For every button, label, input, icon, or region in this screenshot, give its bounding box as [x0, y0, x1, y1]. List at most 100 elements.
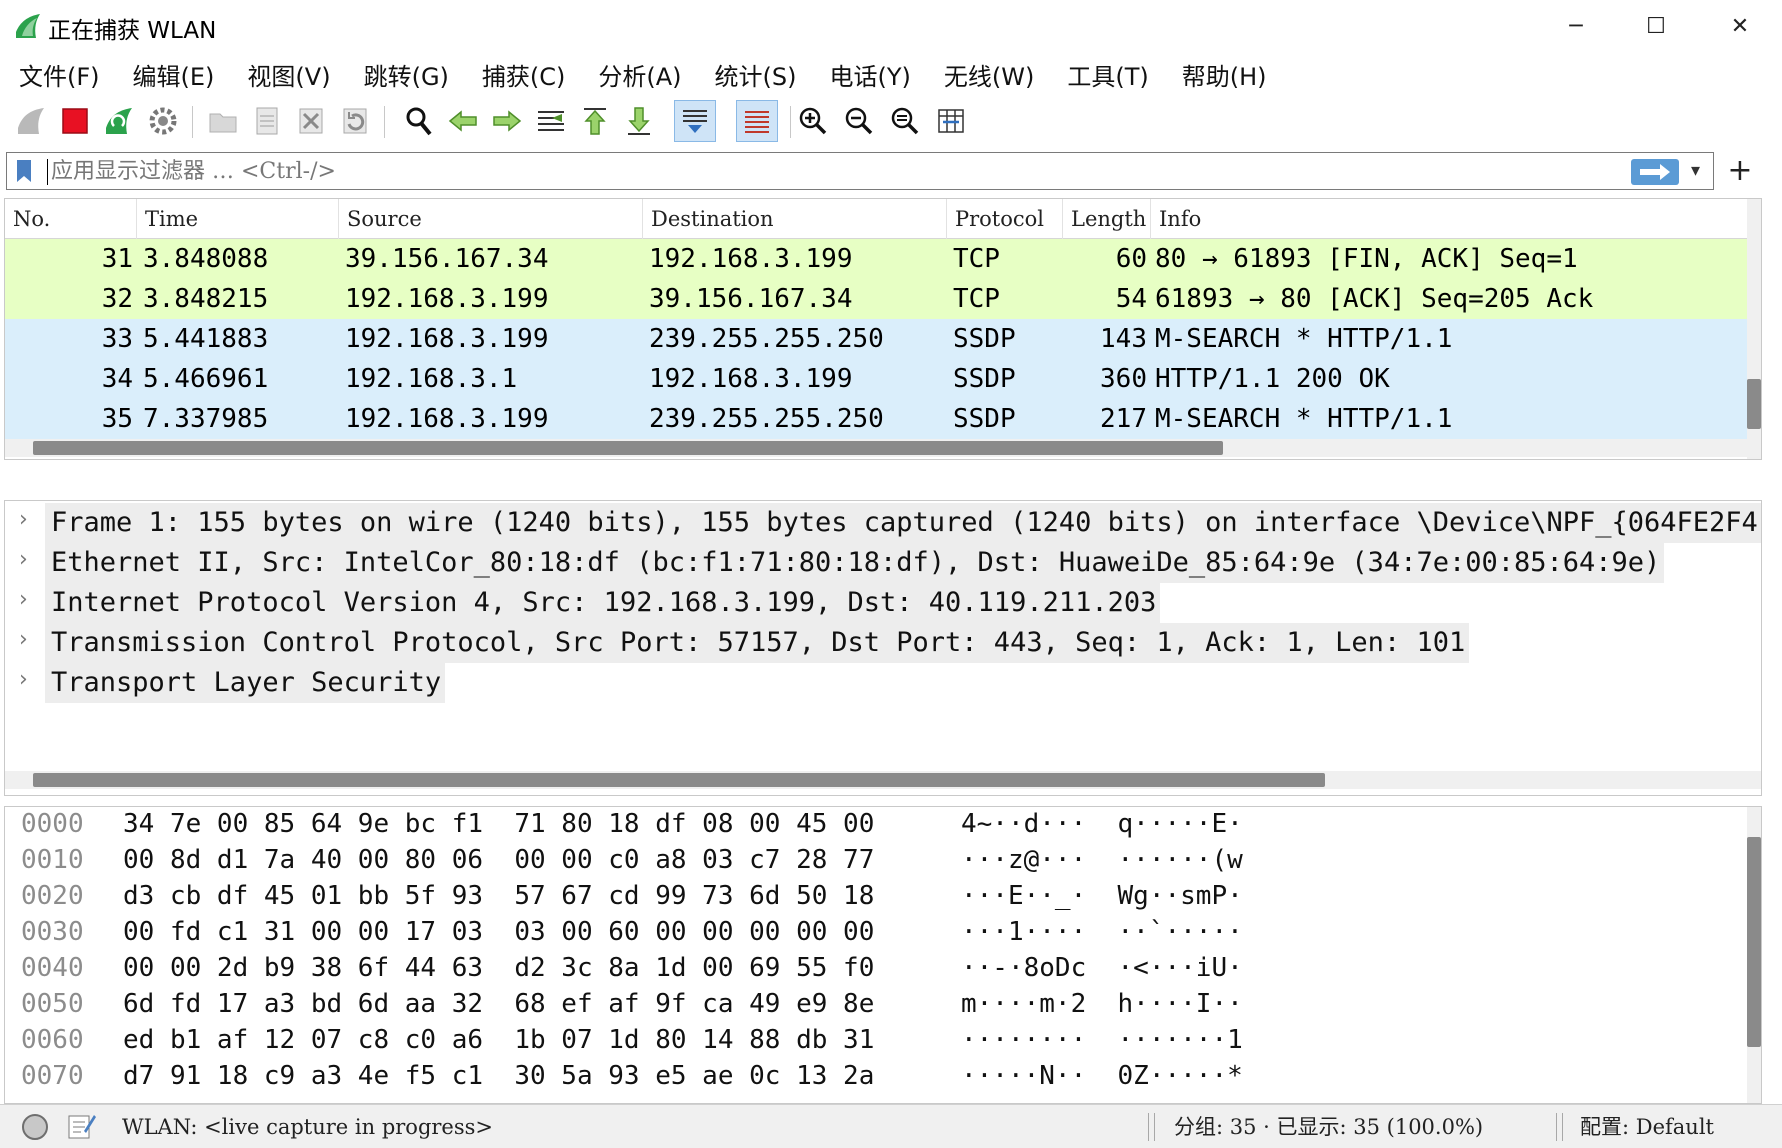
reload-file-button[interactable]: [334, 100, 376, 142]
go-forward-button[interactable]: [486, 100, 528, 142]
maximize-button[interactable]: ☐: [1616, 0, 1696, 52]
hex-dump-row[interactable]: 0070 d7 91 18 c9 a3 4e f5 c1 30 5a 93 e5…: [5, 1061, 1745, 1097]
bookmark-icon[interactable]: [15, 159, 33, 183]
menu-edit[interactable]: 编辑(E): [122, 57, 226, 92]
expert-info-icon[interactable]: [20, 1113, 50, 1141]
stop-capture-button[interactable]: [54, 100, 96, 142]
hex-dump-row[interactable]: 0020 d3 cb df 45 01 bb 5f 93 57 67 cd 99…: [5, 881, 1745, 917]
hex-offset: 0070: [21, 1061, 84, 1091]
details-hscroll-thumb[interactable]: [33, 773, 1325, 787]
open-file-button[interactable]: [202, 100, 244, 142]
packet-length: 360: [1100, 364, 1147, 394]
column-header-time[interactable]: Time: [137, 199, 339, 239]
packet-details-pane: › Frame 1: 155 bytes on wire (1240 bits)…: [4, 500, 1762, 796]
filter-history-dropdown[interactable]: ▾: [1691, 160, 1700, 181]
menu-file[interactable]: 文件(F): [8, 57, 111, 92]
colorize-icon: [745, 111, 769, 133]
apply-filter-button[interactable]: [1631, 159, 1679, 185]
start-capture-button[interactable]: [10, 100, 52, 142]
packet-length: 217: [1100, 404, 1147, 434]
first-packet-button[interactable]: [574, 100, 616, 142]
minimize-button[interactable]: ─: [1536, 0, 1616, 52]
packet-list-hscrollbar[interactable]: [5, 439, 1747, 457]
menu-tools[interactable]: 工具(T): [1056, 57, 1159, 92]
menu-wireless[interactable]: 无线(W): [933, 57, 1045, 92]
add-filter-button[interactable]: +: [1720, 150, 1760, 190]
packet-row[interactable]: 32 3.848215 192.168.3.199 39.156.167.34 …: [5, 279, 1751, 319]
find-packet-button[interactable]: [398, 100, 440, 142]
packet-row[interactable]: 33 5.441883 192.168.3.199 239.255.255.25…: [5, 319, 1751, 359]
save-file-button[interactable]: [246, 100, 288, 142]
hex-offset: 0010: [21, 845, 84, 875]
packet-row[interactable]: 34 5.466961 192.168.3.1 192.168.3.199 SS…: [5, 359, 1751, 399]
close-button[interactable]: ✕: [1700, 0, 1780, 52]
hex-dump-row[interactable]: 0010 00 8d d1 7a 40 00 80 06 00 00 c0 a8…: [5, 845, 1745, 881]
expand-chevron-icon[interactable]: ›: [19, 627, 28, 652]
column-header-no[interactable]: No.: [5, 199, 137, 239]
menu-capture[interactable]: 捕获(C): [471, 57, 576, 92]
restart-capture-button[interactable]: [98, 100, 140, 142]
column-header-destination[interactable]: Destination: [643, 199, 947, 239]
capture-comment-icon[interactable]: [66, 1111, 96, 1141]
hex-ascii: ···z@··· ······(w: [961, 845, 1243, 875]
column-header-info[interactable]: Info: [1151, 199, 1751, 239]
expand-chevron-icon[interactable]: ›: [19, 547, 28, 572]
packet-no: 33: [101, 324, 133, 354]
profile-status[interactable]: 配置: Default: [1580, 1105, 1714, 1148]
menu-analyze[interactable]: 分析(A): [587, 57, 692, 92]
expand-chevron-icon[interactable]: ›: [19, 587, 28, 612]
detail-tree-item[interactable]: › Frame 1: 155 bytes on wire (1240 bits)…: [5, 503, 1761, 543]
menu-go[interactable]: 跳转(G): [353, 57, 460, 92]
column-header-length[interactable]: Length: [1063, 199, 1151, 239]
display-filter-input[interactable]: [51, 156, 1611, 186]
column-header-source[interactable]: Source: [339, 199, 643, 239]
packet-row[interactable]: 35 7.337985 192.168.3.199 239.255.255.25…: [5, 399, 1751, 439]
go-to-packet-button[interactable]: [530, 100, 572, 142]
go-back-button[interactable]: [442, 100, 484, 142]
packet-destination: 192.168.3.199: [649, 244, 853, 274]
hex-dump-row[interactable]: 0030 00 fd c1 31 00 00 17 03 03 00 60 00…: [5, 917, 1745, 953]
normal-size-button[interactable]: [884, 100, 926, 142]
auto-scroll-button[interactable]: [674, 100, 716, 142]
packet-source: 192.168.3.199: [345, 324, 549, 354]
packet-list-hscroll-thumb[interactable]: [33, 441, 1223, 455]
detail-item-label: Transmission Control Protocol, Src Port:…: [45, 623, 1470, 663]
hex-dump-row[interactable]: 0040 00 00 2d b9 38 6f 44 63 d2 3c 8a 1d…: [5, 953, 1745, 989]
colorize-button[interactable]: [736, 100, 778, 142]
packet-row[interactable]: 31 3.848088 39.156.167.34 192.168.3.199 …: [5, 239, 1751, 279]
save-file-icon: [256, 107, 278, 135]
detail-tree-item[interactable]: › Ethernet II, Src: IntelCor_80:18:df (b…: [5, 543, 1761, 583]
detail-tree-item[interactable]: › Transport Layer Security: [5, 663, 1761, 703]
menu-help[interactable]: 帮助(H): [1171, 57, 1278, 92]
menu-telephony[interactable]: 电话(Y): [819, 57, 922, 92]
packet-list-vscrollbar[interactable]: [1747, 199, 1761, 459]
open-file-icon: [209, 113, 237, 133]
auto-scroll-icon: [683, 110, 707, 133]
hex-dump-row[interactable]: 0060 ed b1 af 12 07 c8 c0 a6 1b 07 1d 80…: [5, 1025, 1745, 1061]
expand-chevron-icon[interactable]: ›: [19, 667, 28, 692]
details-hscrollbar[interactable]: [5, 771, 1761, 789]
expand-chevron-icon[interactable]: ›: [19, 507, 28, 532]
capture-options-button[interactable]: [142, 100, 184, 142]
last-packet-button[interactable]: [618, 100, 660, 142]
detail-tree-item[interactable]: › Internet Protocol Version 4, Src: 192.…: [5, 583, 1761, 623]
hex-dump-row[interactable]: 0000 34 7e 00 85 64 9e bc f1 71 80 18 df…: [5, 809, 1745, 845]
hex-dump-row[interactable]: 0050 6d fd 17 a3 bd 6d aa 32 68 ef af 9f…: [5, 989, 1745, 1025]
detail-tree-item[interactable]: › Transmission Control Protocol, Src Por…: [5, 623, 1761, 663]
zoom-in-button[interactable]: [792, 100, 834, 142]
hex-ascii: m····m·2 h····I··: [961, 989, 1243, 1019]
resize-columns-button[interactable]: [930, 100, 972, 142]
menu-view[interactable]: 视图(V): [236, 57, 341, 92]
packet-list-vscroll-thumb[interactable]: [1747, 379, 1761, 429]
bytes-vscroll-thumb[interactable]: [1747, 837, 1761, 1047]
last-packet-icon: [628, 107, 650, 135]
packet-no: 32: [101, 284, 133, 314]
zoom-out-button[interactable]: [838, 100, 880, 142]
resize-columns-icon: [938, 109, 964, 133]
close-file-button[interactable]: [290, 100, 332, 142]
packet-destination: 39.156.167.34: [649, 284, 853, 314]
bytes-vscrollbar[interactable]: [1747, 807, 1761, 1103]
menu-statistics[interactable]: 统计(S): [704, 57, 808, 92]
zoom-in-icon: [799, 107, 827, 135]
column-header-protocol[interactable]: Protocol: [947, 199, 1063, 239]
